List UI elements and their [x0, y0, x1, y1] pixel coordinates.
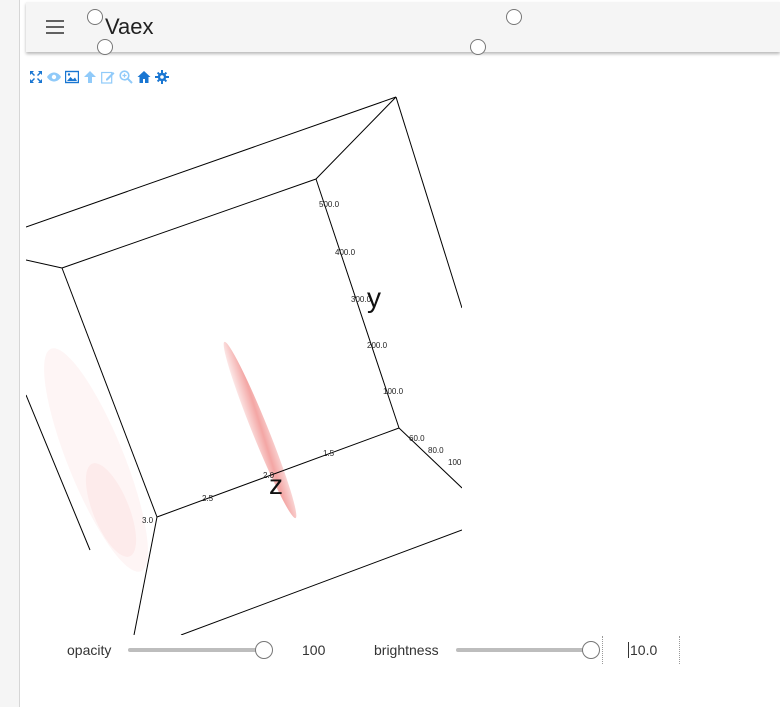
brightness-slider-thumb[interactable]: [582, 641, 600, 659]
edit-icon[interactable]: [100, 69, 116, 85]
z-axis-label: z: [269, 469, 283, 500]
bounding-box: [26, 96, 462, 635]
left-gutter: [0, 0, 20, 707]
resize-handle[interactable]: [87, 9, 103, 25]
volume-plot[interactable]: 500.0 400.0 300.0 200.0 100.0 3.0 2.5 2.0 1.5 6…: [26, 90, 462, 635]
x-tick-label: 80.0: [428, 446, 444, 455]
zoom-icon[interactable]: [118, 69, 134, 85]
opacity-slider-track[interactable]: [128, 648, 264, 652]
home-icon[interactable]: [136, 69, 152, 85]
resize-handle[interactable]: [97, 39, 113, 55]
brightness-label: brightness: [374, 642, 439, 658]
gear-icon[interactable]: [154, 69, 170, 85]
brightness-slider-track[interactable]: [456, 648, 591, 652]
image-icon[interactable]: [64, 69, 80, 85]
x-tick-label: 60.0: [409, 434, 425, 443]
resize-handle[interactable]: [470, 39, 486, 55]
y-tick-label: 500.0: [319, 200, 340, 209]
app-bar: Vaex: [26, 2, 780, 52]
z-tick-label: 1.5: [323, 449, 335, 458]
plot-toolbar: [28, 69, 170, 85]
y-tick-label: 400.0: [335, 248, 356, 257]
x-tick-label: 100: [448, 458, 462, 467]
arrow-up-icon[interactable]: [82, 69, 98, 85]
menu-icon[interactable]: [44, 17, 66, 37]
opacity-slider-thumb[interactable]: [255, 641, 273, 659]
brightness-value: 10.0: [628, 642, 658, 658]
fullscreen-icon[interactable]: [28, 69, 44, 85]
y-tick-label: 100.0: [383, 387, 404, 396]
y-tick-label: 200.0: [367, 341, 388, 350]
resize-handle[interactable]: [506, 9, 522, 25]
opacity-value: 100: [302, 642, 326, 658]
z-tick-label: 3.0: [142, 516, 154, 525]
point-cloud: [44, 341, 297, 572]
render-controls: opacity 100 brightness 10.0: [26, 636, 780, 666]
y-axis-ticks: 500.0400.0300.0200.0100.0: [319, 200, 404, 396]
app-title: Vaex: [105, 14, 154, 39]
eye-icon[interactable]: [46, 69, 62, 85]
y-axis-label: y: [367, 282, 381, 313]
brightness-input[interactable]: 10.0: [602, 636, 680, 664]
opacity-label: opacity: [67, 642, 112, 658]
z-tick-label: 2.5: [202, 494, 214, 503]
